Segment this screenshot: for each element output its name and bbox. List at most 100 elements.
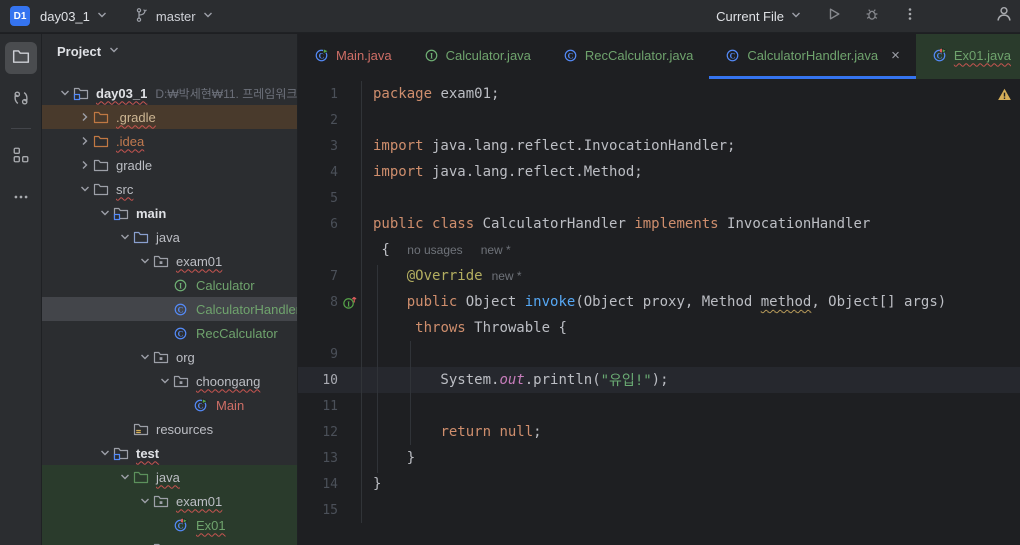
line-number[interactable]: 5	[298, 191, 338, 206]
branch-selector[interactable]: master	[134, 7, 214, 26]
line-number[interactable]: 13	[298, 451, 338, 466]
chevron-down-icon[interactable]	[56, 85, 73, 101]
project-panel-header[interactable]: Project	[42, 34, 297, 68]
tree-item-.gradle[interactable]: .gradle	[42, 105, 297, 129]
line-number[interactable]: 6	[298, 217, 338, 232]
code-line-3[interactable]: 3 import java.lang.reflect.InvocationHand…	[298, 133, 1020, 159]
code-token: return	[440, 424, 492, 440]
line-number[interactable]: 12	[298, 425, 338, 440]
project-toolwindow-button[interactable]	[4, 42, 37, 74]
chevron-down-icon[interactable]	[116, 469, 133, 485]
code-line-8[interactable]: 8I public Object invoke (Object proxy, Me…	[298, 289, 1020, 315]
run-button[interactable]	[822, 4, 846, 28]
code-line-2[interactable]: 2	[298, 107, 1020, 133]
line-number[interactable]: 15	[298, 503, 338, 518]
folder-source-icon	[133, 229, 152, 245]
commit-toolwindow-button[interactable]	[5, 84, 37, 116]
code-token: println	[533, 372, 593, 388]
code-line-15[interactable]: 15	[298, 497, 1020, 523]
code-line-6[interactable]: 6 public class CalculatorHandler implemen…	[298, 211, 1020, 237]
profile-button[interactable]	[992, 4, 1016, 28]
tree-item-Calculator[interactable]: I Calculator	[42, 273, 297, 297]
code-line-7[interactable]: 7 @Override new *	[298, 263, 1020, 289]
code-line-wrap[interactable]: throws Throwable {	[298, 315, 1020, 341]
tree-item-resources[interactable]: resources	[42, 417, 297, 441]
line-number[interactable]: 4	[298, 165, 338, 180]
line-number[interactable]: 2	[298, 113, 338, 128]
tab-label: RecCalculator.java	[584, 47, 694, 63]
code-line-13[interactable]: 13 }	[298, 445, 1020, 471]
code-token: "유입!"	[600, 373, 652, 389]
chevron-down-icon[interactable]	[96, 445, 113, 461]
project-selector-label: day03_1	[40, 8, 90, 24]
chevron-down-icon[interactable]	[116, 229, 133, 245]
tree-item-choongang[interactable]: choongang	[42, 369, 297, 393]
tree-item-day03_1[interactable]: day03_1 D:₩박세현₩11. 프레임워크	[42, 81, 297, 105]
code-editor[interactable]: 1 package exam01; 2 3 import java.lang.refle…	[298, 79, 1020, 545]
inspections-warning-icon[interactable]	[997, 87, 1012, 106]
chevron-down-icon[interactable]	[76, 181, 93, 197]
tree-item-Main[interactable]: C Main	[42, 393, 297, 417]
line-number[interactable]: 7	[298, 269, 338, 284]
tree-item-partial[interactable]	[42, 537, 297, 545]
code-token: , Object[] args)	[811, 294, 947, 310]
code-line-9[interactable]: 9	[298, 341, 1020, 367]
chevron-right-icon[interactable]	[76, 133, 93, 149]
tab-Ex01.java[interactable]: C Ex01.java	[915, 34, 1020, 79]
code-line-10[interactable]: 10 System. out. println("유입!");	[298, 367, 1020, 393]
debug-button[interactable]	[860, 4, 884, 28]
more-actions-button[interactable]	[898, 4, 922, 28]
chevron-right-icon[interactable]	[76, 109, 93, 125]
more-toolwindows-button[interactable]	[5, 183, 37, 215]
line-number[interactable]: 3	[298, 139, 338, 154]
line-number[interactable]: 1	[298, 87, 338, 102]
tree-item-exam01[interactable]: exam01	[42, 489, 297, 513]
tab-RecCalculator.java[interactable]: C RecCalculator.java	[547, 34, 709, 79]
run-config-selector[interactable]: Current File	[716, 9, 802, 24]
folder-icon	[93, 157, 112, 173]
tree-item-exam01[interactable]: exam01	[42, 249, 297, 273]
chevron-down-icon	[202, 9, 214, 24]
tree-item-CalculatorHandler[interactable]: C CalculatorHandler	[42, 297, 297, 321]
tab-label: Calculator.java	[445, 47, 531, 63]
tree-item-java[interactable]: java	[42, 225, 297, 249]
line-number[interactable]: 9	[298, 347, 338, 362]
code-line-12[interactable]: 12 return null;	[298, 419, 1020, 445]
tab-CalculatorHandler.java[interactable]: C CalculatorHandler.java ×	[709, 34, 916, 79]
code-line-1[interactable]: 1 package exam01;	[298, 81, 1020, 107]
line-number[interactable]: 11	[298, 399, 338, 414]
tree-item-src[interactable]: src	[42, 177, 297, 201]
code-line-5[interactable]: 5	[298, 185, 1020, 211]
tree-item-.idea[interactable]: .idea	[42, 129, 297, 153]
folder-test-icon	[133, 469, 152, 485]
tree-item-java[interactable]: java	[42, 465, 297, 489]
chevron-down-icon[interactable]	[136, 349, 153, 365]
structure-toolwindow-button[interactable]	[5, 141, 37, 173]
code-line-wrap[interactable]: { no usages new *	[298, 237, 1020, 263]
tree-item-org[interactable]: org	[42, 345, 297, 369]
code-line-4[interactable]: 4 import java.lang.reflect.Method;	[298, 159, 1020, 185]
code-line-11[interactable]: 11	[298, 393, 1020, 419]
line-number[interactable]: 14	[298, 477, 338, 492]
tree-item-label: .idea	[116, 133, 145, 149]
code-token: java.lang.reflect.Method;	[423, 164, 643, 180]
tree-item-RecCalculator[interactable]: C RecCalculator	[42, 321, 297, 345]
chevron-down-icon[interactable]	[136, 253, 153, 269]
line-number[interactable]: 8	[298, 295, 338, 310]
tree-item-Ex01[interactable]: C Ex01	[42, 513, 297, 537]
tree-item-test[interactable]: test	[42, 441, 297, 465]
chevron-down-icon[interactable]	[96, 205, 113, 221]
tab-Main.java[interactable]: C Main.java	[298, 34, 408, 79]
close-icon[interactable]: ×	[891, 48, 900, 63]
tree-item-label: Ex01	[196, 517, 226, 533]
tree-item-gradle[interactable]: gradle	[42, 153, 297, 177]
implements-gutter-icon[interactable]: I	[338, 295, 361, 310]
tab-Calculator.java[interactable]: I Calculator.java	[408, 34, 547, 79]
code-line-14[interactable]: 14}	[298, 471, 1020, 497]
chevron-right-icon[interactable]	[76, 157, 93, 173]
line-number[interactable]: 10	[298, 373, 338, 388]
chevron-down-icon[interactable]	[156, 373, 173, 389]
tree-item-main[interactable]: main	[42, 201, 297, 225]
project-selector[interactable]: day03_1	[40, 8, 108, 24]
chevron-down-icon[interactable]	[136, 493, 153, 509]
